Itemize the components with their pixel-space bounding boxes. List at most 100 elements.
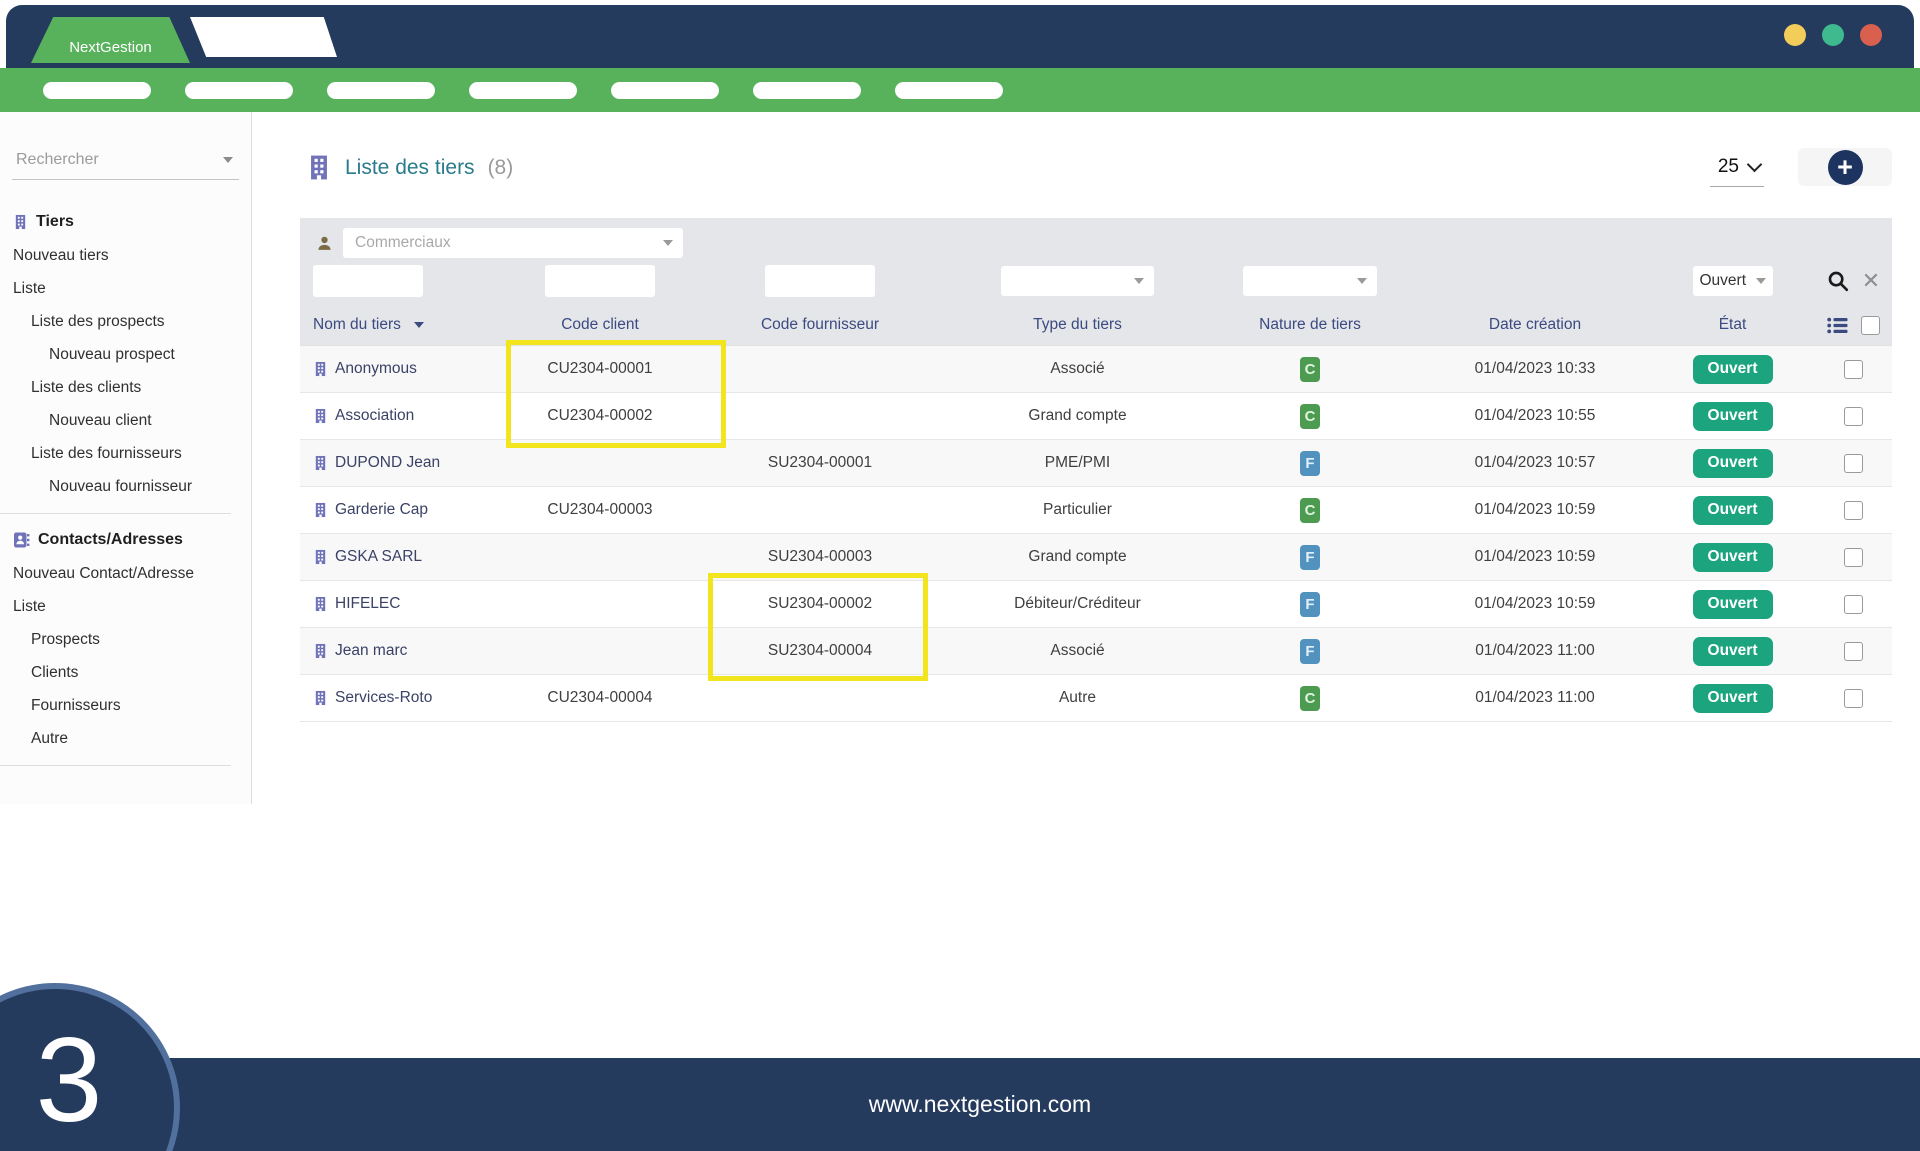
- date-creation-cell: 01/04/2023 10:59: [1474, 548, 1596, 565]
- sidebar-item[interactable]: Liste: [0, 590, 251, 623]
- search-input[interactable]: [14, 150, 198, 170]
- column-header-nature[interactable]: Nature de tiers: [1259, 316, 1361, 334]
- row-checkbox[interactable]: [1844, 594, 1863, 614]
- browser-tab-blank[interactable]: [190, 17, 337, 57]
- filter-etat-select[interactable]: Ouvert: [1692, 266, 1773, 296]
- sidebar-item[interactable]: Fournisseurs: [0, 689, 251, 722]
- type-tiers-cell: Grand compte: [1028, 407, 1127, 424]
- person-icon: [316, 235, 333, 252]
- nav-menu-pill[interactable]: [43, 81, 151, 99]
- filter-code-fournisseur-input[interactable]: [765, 265, 875, 297]
- nav-menu-pill[interactable]: [753, 81, 861, 99]
- sidebar-item[interactable]: Nouveau fournisseur: [0, 470, 251, 503]
- page-size-select[interactable]: 25: [1709, 156, 1764, 187]
- tiers-name-link[interactable]: Anonymous: [335, 360, 417, 378]
- sidebar-item[interactable]: Nouveau Contact/Adresse: [0, 557, 251, 590]
- list-view-icon[interactable]: [1827, 317, 1848, 334]
- sidebar-item[interactable]: Liste des prospects: [0, 305, 251, 338]
- tiers-name-link[interactable]: HIFELEC: [335, 595, 400, 613]
- table-row[interactable]: GSKA SARL SU2304-00003 Grand compte F 01…: [300, 534, 1892, 581]
- tiers-name-link[interactable]: DUPOND Jean: [335, 454, 440, 472]
- nav-menu-pill[interactable]: [895, 81, 1003, 99]
- column-header-etat[interactable]: État: [1719, 316, 1747, 334]
- add-tiers-button[interactable]: +: [1827, 149, 1863, 185]
- date-creation-cell: 01/04/2023 10:59: [1474, 595, 1596, 612]
- select-all-checkbox[interactable]: [1861, 315, 1880, 335]
- window-controls: [1784, 24, 1882, 46]
- row-checkbox[interactable]: [1844, 500, 1863, 520]
- column-header-nom[interactable]: Nom du tiers: [313, 316, 401, 334]
- nav-menu-pill[interactable]: [469, 81, 577, 99]
- row-checkbox[interactable]: [1844, 359, 1863, 379]
- sidebar-item[interactable]: Nouveau prospect: [0, 338, 251, 371]
- nav-menu-pill[interactable]: [185, 81, 293, 99]
- maximize-dot-icon[interactable]: [1822, 24, 1844, 46]
- tiers-name-link[interactable]: Services-Roto: [335, 689, 432, 707]
- etat-ouvert-button[interactable]: Ouvert: [1692, 636, 1773, 666]
- step-number-badge: 3: [0, 983, 180, 1151]
- sidebar-item[interactable]: Liste des fournisseurs: [0, 437, 251, 470]
- nav-menu-pill[interactable]: [611, 81, 719, 99]
- tiers-name-link[interactable]: Association: [335, 407, 414, 425]
- code-client-cell: CU2304-00003: [547, 501, 653, 518]
- clear-filters-icon[interactable]: ✕: [1862, 270, 1880, 292]
- column-header-type[interactable]: Type du tiers: [1033, 316, 1122, 334]
- row-checkbox[interactable]: [1844, 406, 1863, 426]
- date-creation-cell: 01/04/2023 10:33: [1474, 360, 1596, 377]
- building-icon: [315, 455, 326, 471]
- row-checkbox[interactable]: [1844, 641, 1863, 661]
- type-tiers-cell: Autre: [1058, 689, 1097, 706]
- filter-nature-select[interactable]: [1243, 266, 1377, 296]
- add-button-container: +: [1798, 148, 1892, 186]
- sidebar-item[interactable]: Nouveau tiers: [0, 239, 251, 272]
- tiers-name-link[interactable]: GSKA SARL: [335, 548, 422, 566]
- commercial-filter-input[interactable]: [353, 233, 627, 253]
- etat-ouvert-button[interactable]: Ouvert: [1692, 354, 1773, 384]
- sidebar-item[interactable]: Nouveau client: [0, 404, 251, 437]
- column-header-date[interactable]: Date création: [1489, 316, 1581, 334]
- etat-ouvert-button[interactable]: Ouvert: [1692, 589, 1773, 619]
- sidebar-item[interactable]: Liste des clients: [0, 371, 251, 404]
- tiers-name-link[interactable]: Jean marc: [335, 642, 407, 660]
- row-checkbox[interactable]: [1844, 453, 1863, 473]
- filter-code-client-input[interactable]: [545, 265, 655, 297]
- close-dot-icon[interactable]: [1860, 24, 1882, 46]
- record-count: (8): [487, 155, 514, 179]
- sidebar-menu: Tiers Nouveau tiers Liste Liste des prospe…: [0, 204, 251, 766]
- etat-ouvert-button[interactable]: Ouvert: [1692, 683, 1773, 713]
- commercial-filter-select[interactable]: [343, 228, 683, 258]
- row-checkbox[interactable]: [1844, 547, 1863, 567]
- column-header-code-fournisseur[interactable]: Code fournisseur: [761, 316, 879, 334]
- sidebar-item[interactable]: Liste: [0, 272, 251, 305]
- type-tiers-cell: Associé: [1050, 360, 1105, 377]
- column-header-code-client[interactable]: Code client: [561, 316, 639, 334]
- table-row[interactable]: Jean marc SU2304-00004 Associé F 01/04/2…: [300, 628, 1892, 675]
- sidebar-item[interactable]: Clients: [0, 656, 251, 689]
- building-icon: [315, 690, 326, 706]
- row-checkbox[interactable]: [1844, 688, 1863, 708]
- minimize-dot-icon[interactable]: [1784, 24, 1806, 46]
- table-row[interactable]: Garderie Cap CU2304-00003 Particulier C …: [300, 487, 1892, 534]
- tiers-name-link[interactable]: Garderie Cap: [335, 501, 428, 519]
- sidebar-item[interactable]: Prospects: [0, 623, 251, 656]
- filter-type-select[interactable]: [1001, 266, 1154, 296]
- table-row[interactable]: Services-Roto CU2304-00004 Autre C 01/04…: [300, 675, 1892, 722]
- chevron-down-icon: [1755, 278, 1766, 284]
- nature-badge: F: [1300, 544, 1320, 570]
- nature-badge: F: [1300, 450, 1320, 476]
- table-row[interactable]: HIFELEC SU2304-00002 Débiteur/Créditeur …: [300, 581, 1892, 628]
- filter-nom-input[interactable]: [313, 265, 423, 297]
- etat-ouvert-button[interactable]: Ouvert: [1692, 401, 1773, 431]
- sidebar-item[interactable]: Autre: [0, 722, 251, 755]
- type-tiers-cell: Grand compte: [1028, 548, 1127, 565]
- sidebar-search[interactable]: [12, 146, 239, 180]
- search-icon[interactable]: [1827, 270, 1849, 292]
- etat-ouvert-button[interactable]: Ouvert: [1692, 448, 1773, 478]
- table-header-row: Nom du tiers Code client Code fournisseu…: [300, 310, 1892, 340]
- browser-tab-nextgestion[interactable]: NextGestion: [31, 17, 190, 63]
- app-screen: NextGestion Tiers Nouveau tiersListeList…: [0, 0, 1920, 1151]
- etat-ouvert-button[interactable]: Ouvert: [1692, 542, 1773, 572]
- nav-menu-pill[interactable]: [327, 81, 435, 99]
- date-creation-cell: 01/04/2023 11:00: [1475, 689, 1595, 706]
- etat-ouvert-button[interactable]: Ouvert: [1692, 495, 1773, 525]
